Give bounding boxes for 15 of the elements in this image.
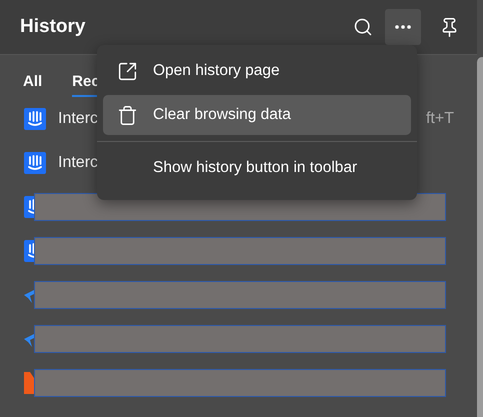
external-link-icon [117,60,138,82]
menu-item[interactable]: Open history page [103,51,411,91]
chat-logo-icon [24,108,46,130]
trash-icon [117,104,138,126]
chat-logo-icon [24,240,34,262]
menu-item[interactable]: Clear browsing data [103,95,411,135]
chat-logo-icon [24,196,34,218]
search-icon [353,17,373,37]
menu-item[interactable]: Show history button in toolbar [103,148,411,188]
panel-title: History [20,16,86,38]
more-button[interactable] [385,9,421,45]
shortcut-text: ft+T [426,110,454,128]
chat-logo-icon [24,152,46,174]
more-icon [395,25,411,29]
tab[interactable]: All [23,73,42,97]
